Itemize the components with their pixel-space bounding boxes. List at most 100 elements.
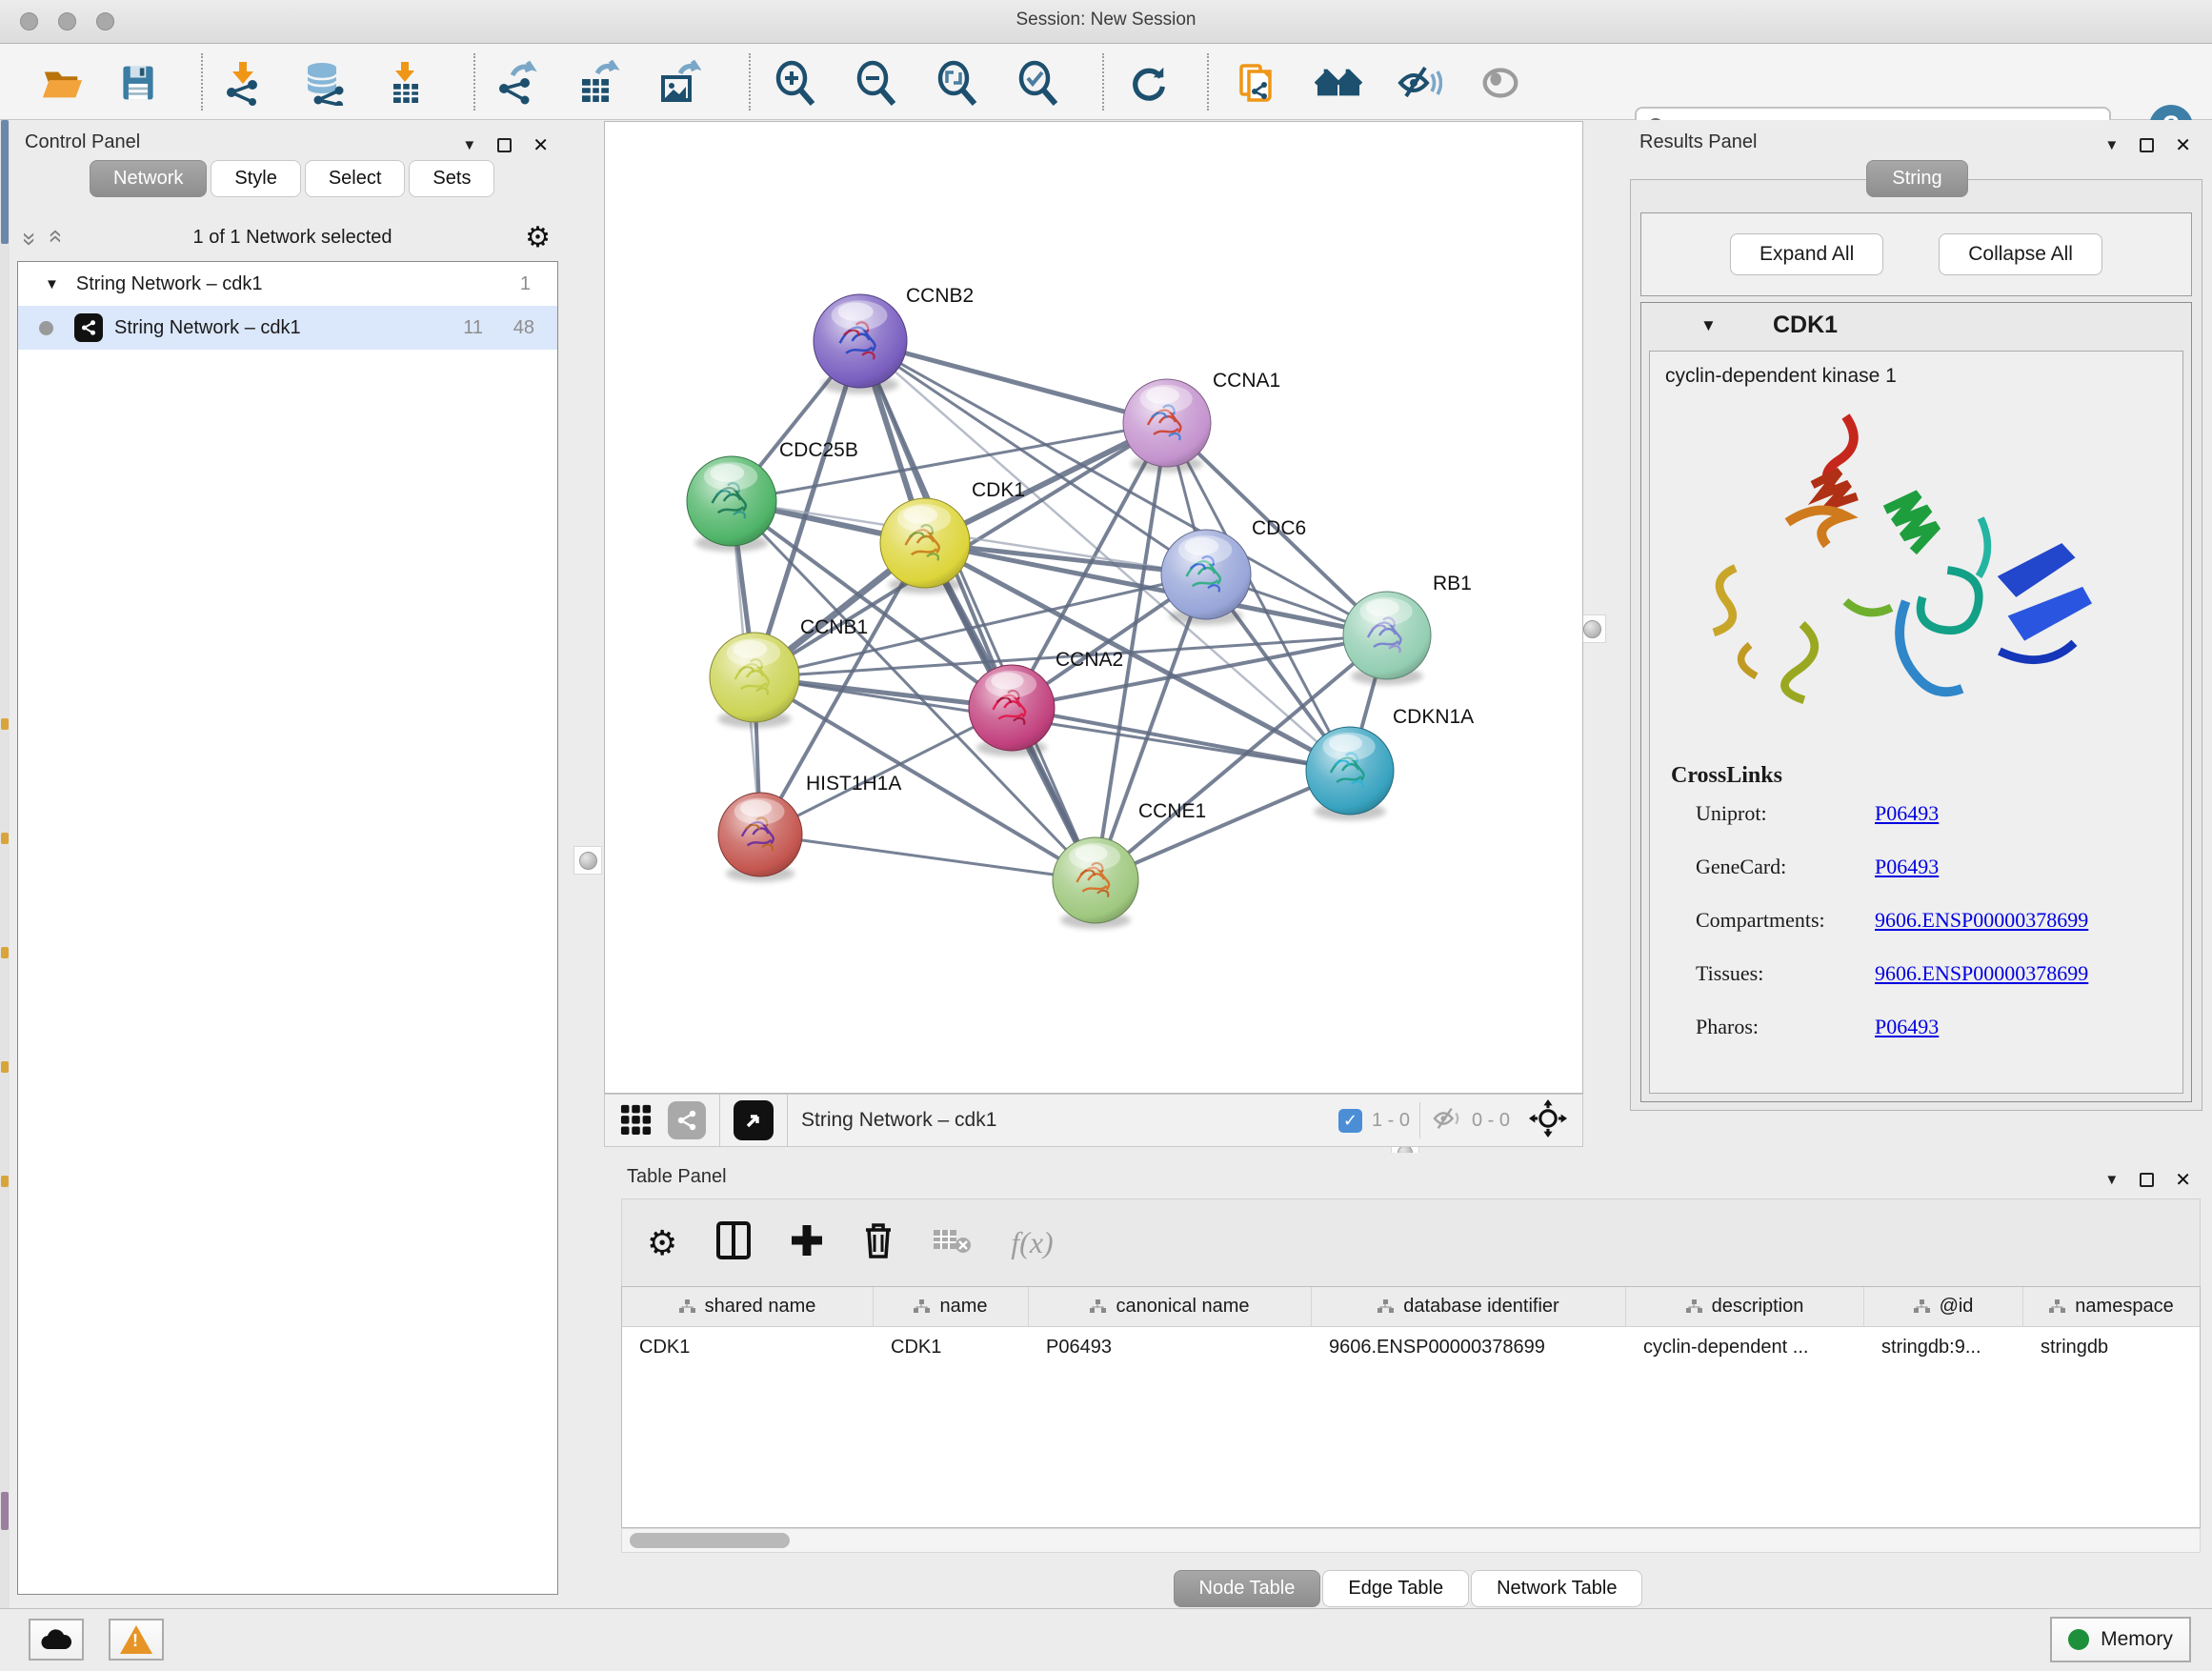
panel-close-icon[interactable]: ✕ <box>2175 133 2191 157</box>
column-header[interactable]: shared name <box>622 1287 874 1326</box>
zoom-fit-icon[interactable] <box>932 57 983 109</box>
node-CDC25B[interactable] <box>687 456 776 546</box>
crosslink-uniprot[interactable]: P06493 <box>1875 801 1939 826</box>
memory-button[interactable]: Memory <box>2050 1617 2191 1662</box>
control-panel-title: Control Panel <box>25 131 140 153</box>
panel-float-icon[interactable]: ▼ <box>2104 137 2119 153</box>
toolbar-separator <box>749 53 751 111</box>
homes-icon[interactable] <box>1313 57 1364 109</box>
open-folder-icon[interactable] <box>36 57 88 109</box>
column-header[interactable]: description <box>1626 1287 1864 1326</box>
zoom-selected-icon[interactable] <box>1013 57 1064 109</box>
collapse-all-button[interactable]: Collapse All <box>1939 233 2102 275</box>
node-HIST1H1A[interactable] <box>718 793 802 876</box>
protein-section: ▼ CDK1 cyclin-dependent kinase 1 <box>1640 302 2192 1102</box>
node-CCNA2[interactable] <box>969 665 1055 751</box>
node-CDC6[interactable] <box>1161 530 1251 619</box>
network-row[interactable]: String Network – cdk1 11 48 <box>18 306 557 350</box>
refresh-icon[interactable] <box>1122 57 1174 109</box>
edge-CCNA2-CDKN1A[interactable] <box>1012 708 1350 771</box>
crosslink-pharos[interactable]: P06493 <box>1875 1015 1939 1039</box>
node-CCNB2[interactable] <box>814 294 907 388</box>
panel-maximize-icon[interactable] <box>497 138 512 152</box>
cloud-button[interactable] <box>29 1619 84 1661</box>
panel-float-icon[interactable]: ▼ <box>462 137 476 153</box>
node-CDKN1A[interactable] <box>1306 727 1394 815</box>
crosslink-compartments[interactable]: 9606.ENSP00000378699 <box>1875 908 2088 933</box>
collapse-triangle-icon[interactable]: ▼ <box>45 276 59 292</box>
table-row[interactable]: CDK1 CDK1 P06493 9606.ENSP00000378699 cy… <box>622 1327 2200 1367</box>
tab-string[interactable]: String <box>1866 160 1967 197</box>
tab-style[interactable]: Style <box>211 160 300 197</box>
export-image-icon[interactable] <box>653 57 704 109</box>
status-bar: Memory <box>0 1608 2212 1671</box>
network-collection-row[interactable]: ▼ String Network – cdk1 1 <box>18 262 557 306</box>
tab-edge-table[interactable]: Edge Table <box>1322 1570 1469 1607</box>
selected-checkbox-icon[interactable]: ✓ <box>1338 1109 1362 1133</box>
export-table-icon[interactable] <box>572 57 623 109</box>
table-horizontal-scrollbar[interactable] <box>621 1528 2201 1553</box>
panel-maximize-icon[interactable] <box>2140 138 2154 152</box>
delete-column-icon[interactable] <box>862 1221 895 1264</box>
fit-content-crosshair-icon[interactable] <box>1529 1099 1567 1142</box>
network-tree: ▼ String Network – cdk1 1 String Network… <box>17 261 558 1595</box>
network-options-gear-icon[interactable]: ⚙ <box>525 221 551 254</box>
zoom-in-icon[interactable] <box>770 57 821 109</box>
column-header[interactable]: @id <box>1864 1287 2023 1326</box>
grid-view-icon[interactable] <box>620 1102 653 1139</box>
node-CCNA1[interactable] <box>1123 379 1211 467</box>
column-header[interactable]: namespace <box>2023 1287 2200 1326</box>
tab-sets[interactable]: Sets <box>409 160 494 197</box>
table-options-gear-icon[interactable]: ⚙ <box>647 1223 677 1263</box>
tab-network[interactable]: Network <box>90 160 207 197</box>
node-CCNB1[interactable] <box>710 633 799 722</box>
function-builder-icon[interactable]: f(x) <box>1011 1225 1053 1260</box>
edge-RB1-CCNA2[interactable] <box>1012 635 1387 708</box>
import-database-icon[interactable] <box>298 57 350 109</box>
column-header[interactable]: database identifier <box>1312 1287 1626 1326</box>
edge-count: 48 <box>496 317 534 339</box>
expand-all-icon[interactable]: » <box>40 232 70 242</box>
panel-maximize-icon[interactable] <box>2140 1173 2154 1187</box>
node-RB1[interactable] <box>1343 592 1431 679</box>
protein-structure-image <box>1688 393 2107 736</box>
add-column-icon[interactable] <box>790 1223 824 1262</box>
zoom-out-icon[interactable] <box>851 57 902 109</box>
panel-close-icon[interactable]: ✕ <box>533 133 549 157</box>
node-label: CCNA1 <box>1213 370 1280 392</box>
panel-close-icon[interactable]: ✕ <box>2175 1168 2191 1192</box>
left-splitter-handle[interactable] <box>573 846 602 875</box>
tab-select[interactable]: Select <box>305 160 406 197</box>
network-canvas[interactable]: CCNB2CCNA1CDC25BCDK1CDC6RB1CCNB1CCNA2CDK… <box>604 121 1583 1094</box>
save-session-icon[interactable] <box>112 57 164 109</box>
birdseye-toggle-icon[interactable] <box>734 1100 774 1140</box>
import-network-icon[interactable] <box>217 57 269 109</box>
table-panel: Table Panel ▼ ✕ ⚙ f(x) shared name name … <box>604 1153 2212 1608</box>
tab-network-table[interactable]: Network Table <box>1471 1570 1642 1607</box>
section-collapse-triangle-icon[interactable]: ▼ <box>1700 316 1717 335</box>
delete-table-icon[interactable] <box>933 1226 973 1259</box>
column-header[interactable]: name <box>874 1287 1029 1326</box>
node-table: shared name name canonical name database… <box>621 1286 2201 1528</box>
import-table-icon[interactable] <box>379 57 431 109</box>
node-CDK1[interactable] <box>880 498 970 588</box>
column-header[interactable]: canonical name <box>1029 1287 1312 1326</box>
network-status-dot <box>39 321 53 335</box>
edge-HIST1H1A-CCNE1[interactable] <box>760 835 1096 880</box>
screen-edge-strip <box>0 120 10 1608</box>
show-all-eye-icon[interactable] <box>1475 57 1526 109</box>
warnings-button[interactable] <box>109 1619 164 1661</box>
hidden-eye-icon[interactable] <box>1432 1105 1462 1137</box>
hide-selected-icon[interactable] <box>1394 57 1445 109</box>
share-view-icon[interactable] <box>668 1101 706 1139</box>
node-CCNE1[interactable] <box>1053 837 1138 923</box>
crosslink-tissues[interactable]: 9606.ENSP00000378699 <box>1875 961 2088 986</box>
show-columns-icon[interactable] <box>715 1220 752 1265</box>
panel-float-icon[interactable]: ▼ <box>2104 1172 2119 1188</box>
crosslink-label: Tissues: <box>1696 961 1763 985</box>
export-network-icon[interactable] <box>491 57 542 109</box>
tab-node-table[interactable]: Node Table <box>1174 1570 1321 1607</box>
crosslink-genecard[interactable]: P06493 <box>1875 855 1939 879</box>
duplicate-network-icon[interactable] <box>1231 57 1282 109</box>
expand-all-button[interactable]: Expand All <box>1730 233 1883 275</box>
